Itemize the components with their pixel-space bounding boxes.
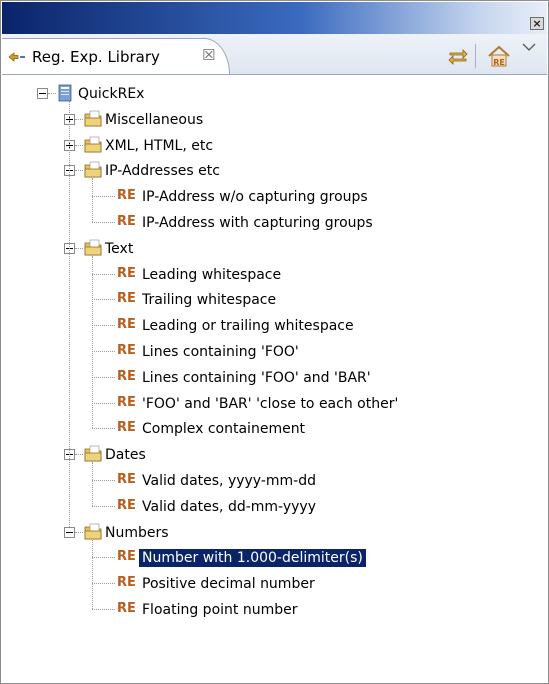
tree-connector [92, 505, 115, 507]
tree-connector [75, 531, 83, 533]
tree-node-label: IP-Address w/o capturing groups [142, 189, 368, 206]
tree-connector [92, 196, 115, 198]
tree-connector [75, 170, 83, 172]
tree-connector [92, 402, 115, 404]
re-badge-icon: RE [117, 394, 136, 410]
tree-node-label: Valid dates, dd-mm-yyyy [142, 498, 316, 515]
re-badge-icon: RE [117, 575, 136, 591]
tree-connector [92, 255, 93, 429]
tree-node-label: Text [105, 240, 134, 257]
tree-node-label: Number with 1.000-delimiter(s) [138, 548, 367, 569]
tree-node-label: Lines containing 'FOO' and 'BAR' [142, 369, 371, 386]
tree-node-label: Valid dates, yyyy-mm-dd [142, 473, 316, 489]
tree-connector [92, 583, 115, 585]
tree-node-label: XML, HTML, etc [105, 137, 214, 154]
tree-connector [92, 557, 115, 559]
re-badge-icon: RE [117, 343, 136, 358]
tree-connector [92, 428, 115, 430]
re-badge-icon: RE [117, 291, 136, 307]
tree-connector [75, 247, 83, 249]
tree-node-label: Leading or trailing whitespace [142, 318, 354, 335]
tree-connector [92, 480, 115, 481]
toolbar-separator [475, 44, 476, 68]
tree-connector [92, 325, 115, 327]
re-badge-icon: RE [117, 214, 136, 229]
tree-node-label: QuickREx [78, 86, 145, 102]
tree-node-label: Lines containing 'FOO' [142, 344, 299, 360]
re-badge-icon: RE [117, 317, 136, 333]
window-close-button[interactable]: × [530, 17, 544, 30]
folder-icon [83, 523, 103, 541]
tree-connector [69, 101, 70, 527]
tree-connector [48, 93, 56, 94]
collapse-toggle-icon[interactable] [64, 526, 75, 538]
re-badge-icon: RE [117, 188, 136, 204]
view-menu-chevron-icon[interactable] [522, 42, 536, 52]
re-badge-icon: RE [117, 368, 136, 384]
svg-text:RE: RE [493, 58, 505, 67]
tree-connector [92, 609, 115, 610]
tree-connector [92, 299, 115, 301]
tree-connector [92, 273, 115, 275]
tab-label: Reg. Exp. Library [32, 48, 160, 66]
folder-icon [83, 445, 103, 463]
re-badge-icon: RE [117, 549, 136, 565]
tree-connector [92, 462, 93, 506]
tab-close-icon[interactable]: ☒ [202, 46, 215, 64]
folder-icon [83, 136, 103, 154]
library-book-icon [56, 83, 74, 103]
tree-connector [92, 539, 93, 609]
tree-node-label: Trailing whitespace [142, 292, 277, 309]
folder-icon [83, 161, 103, 179]
tree-connector [92, 351, 115, 352]
tree-connector [92, 178, 93, 222]
re-badge-icon: RE [117, 420, 136, 436]
sync-arrows-icon[interactable] [447, 46, 469, 66]
tree-node-label: Leading whitespace [142, 266, 282, 283]
tree-connector [92, 222, 115, 223]
re-badge-icon: RE [117, 601, 136, 616]
tree-node-label: 'FOO' and 'BAR' 'close to each other' [142, 395, 399, 412]
view-frame: × Reg. Exp. Library ☒ RE QuickREx Miscell… [0, 0, 549, 684]
tree-node-label: IP-Address with capturing groups [142, 215, 373, 231]
collapse-toggle-icon[interactable] [37, 88, 48, 99]
view-tab-strip: Reg. Exp. Library ☒ RE [2, 34, 547, 75]
tree-node-label: Complex containement [142, 421, 306, 438]
tree-node-label: Dates [105, 447, 146, 464]
re-badge-icon: RE [117, 497, 136, 513]
regex-library-tree: QuickREx Miscellaneous XML, HTML, etc IP-Ad… [2, 75, 547, 682]
tree-node-label: Positive decimal number [142, 576, 315, 593]
tree-connector [75, 118, 83, 120]
re-library-icon[interactable]: RE [485, 42, 513, 70]
tree-connector [92, 376, 115, 378]
tab-reg-exp-library[interactable]: Reg. Exp. Library ☒ [2, 38, 230, 74]
tree-node-label: IP-Addresses etc [105, 163, 220, 180]
tree-node-label: Numbers [105, 524, 169, 541]
tree-node-label: Miscellaneous [105, 111, 204, 128]
window-title-bar: × [2, 2, 547, 34]
view-arrows-icon [8, 52, 25, 62]
tree-node-label: Floating point number [142, 602, 298, 618]
re-badge-icon: RE [117, 472, 136, 487]
tree-connector [75, 144, 83, 146]
folder-icon [83, 239, 103, 257]
re-badge-icon: RE [117, 265, 136, 281]
tree-connector [75, 454, 83, 456]
folder-icon [83, 110, 103, 128]
